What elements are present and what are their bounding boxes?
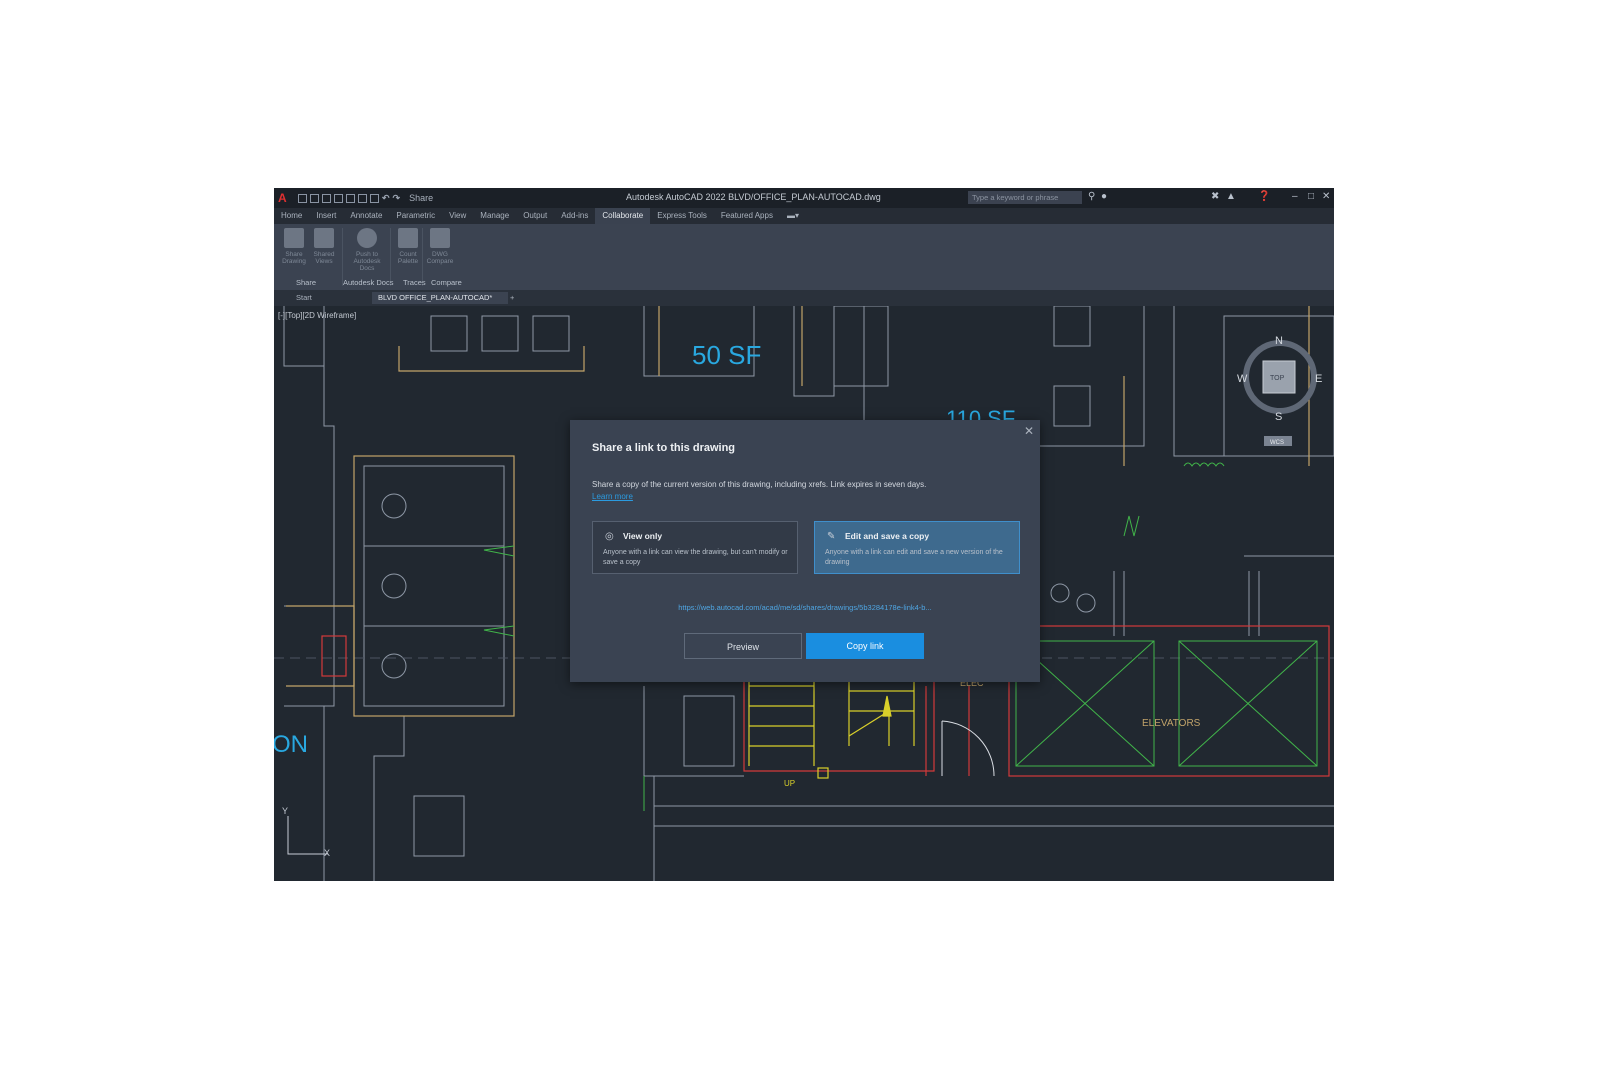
option-description: Anyone with a link can edit and save a n… [825, 549, 1003, 566]
window-title: Autodesk AutoCAD 2022 BLVD/OFFICE_PLAN-A… [626, 192, 881, 202]
count-palette-button[interactable]: Count Palette [394, 228, 422, 274]
group-label-traces: Traces [403, 278, 426, 287]
tab-featured-apps[interactable]: Featured Apps [714, 208, 780, 224]
shared-views-icon [314, 228, 334, 248]
tab-insert[interactable]: Insert [309, 208, 343, 224]
eye-icon: ◎ [605, 531, 614, 542]
tab-express-tools[interactable]: Express Tools [650, 208, 714, 224]
group-label-share: Share [296, 278, 317, 287]
viewport-label[interactable]: [-][Top][2D Wireframe] [278, 311, 356, 320]
viewcube-north[interactable]: N [1275, 335, 1283, 347]
search-input[interactable]: Type a keyword or phrase [968, 191, 1082, 204]
option-title: View only [623, 531, 663, 541]
autodesk-app-icon[interactable]: ▲ [1226, 191, 1236, 202]
preview-button[interactable]: Preview [684, 633, 802, 659]
option-title: Edit and save a copy [845, 531, 930, 541]
shared-views-button[interactable]: Shared Views [310, 228, 338, 274]
open-icon[interactable] [310, 193, 319, 203]
docs-icon [357, 228, 377, 248]
tab-output[interactable]: Output [516, 208, 554, 224]
ribbon-toggle-icon[interactable]: ▬▾ [780, 208, 806, 224]
pencil-icon: ✎ [827, 531, 836, 542]
search-icon[interactable]: ⚲ [1088, 191, 1095, 202]
share-link-dialog: ✕ Share a link to this drawing Share a c… [570, 420, 1040, 682]
close-icon[interactable]: ✕ [1322, 191, 1330, 202]
new-tab-icon[interactable]: + [504, 292, 520, 304]
tab-add-ins[interactable]: Add-ins [554, 208, 595, 224]
copy-link-button[interactable]: Copy link [806, 633, 924, 659]
tab-parametric[interactable]: Parametric [389, 208, 442, 224]
paper-plane-icon [284, 228, 304, 248]
plot-icon[interactable] [370, 193, 379, 203]
share-drawing-button[interactable]: Share Drawing [280, 228, 308, 274]
ribbon-panel: Share Drawing Shared Views Push to Autod… [274, 224, 1334, 290]
minimize-icon[interactable]: – [1292, 191, 1298, 202]
autocad-logo-icon[interactable]: A [278, 191, 292, 205]
undo-icon[interactable]: ↶ [382, 193, 390, 204]
quick-access-toolbar: ↶ ↷ Share [298, 193, 433, 204]
tab-manage[interactable]: Manage [473, 208, 516, 224]
edit-and-save-option[interactable]: ✎ Edit and save a copy Anyone with a lin… [814, 521, 1020, 574]
wcs-label[interactable]: WCS [1270, 440, 1284, 446]
cart-icon[interactable]: ✖ [1211, 191, 1219, 202]
user-icon[interactable]: ● [1101, 191, 1107, 202]
tab-view[interactable]: View [442, 208, 473, 224]
dialog-close-icon[interactable]: ✕ [1024, 424, 1034, 438]
share-button[interactable]: Share [409, 193, 433, 203]
save-as-icon[interactable] [334, 193, 343, 203]
viewcube-top[interactable]: TOP [1270, 375, 1285, 382]
web-icon[interactable] [346, 193, 355, 203]
help-icon[interactable]: ❓ [1258, 191, 1270, 202]
mobile-icon[interactable] [358, 193, 367, 203]
compare-icon [430, 228, 450, 248]
dialog-description: Share a copy of the current version of t… [592, 480, 927, 489]
tab-home[interactable]: Home [274, 208, 309, 224]
redo-icon[interactable]: ↷ [393, 193, 401, 204]
group-label-docs: Autodesk Docs [343, 278, 394, 287]
traces-icon [398, 228, 418, 248]
new-icon[interactable] [298, 193, 307, 203]
learn-more-link[interactable]: Learn more [592, 492, 633, 501]
viewcube-west[interactable]: W [1237, 373, 1248, 385]
tab-collaborate[interactable]: Collaborate [595, 208, 651, 224]
autocad-window: A ↶ ↷ Share Autodesk AutoCAD 2022 BLVD/O… [274, 188, 1334, 881]
ucs-y-label: Y [282, 806, 288, 816]
ribbon-tabs: Home Insert Annotate Parametric View Man… [274, 208, 1334, 224]
room-name-label: ON [274, 731, 308, 758]
viewcube-south[interactable]: S [1275, 411, 1282, 423]
view-only-option[interactable]: ◎ View only Anyone with a link can view … [592, 521, 798, 574]
share-url-link[interactable]: https://web.autocad.com/acad/me/sd/share… [570, 603, 1040, 612]
elevators-label: ELEVATORS [1142, 718, 1201, 729]
tab-drawing[interactable]: BLVD OFFICE_PLAN-AUTOCAD* ✕ [372, 292, 508, 314]
dialog-title: Share a link to this drawing [592, 442, 736, 454]
dwg-compare-button[interactable]: DWG Compare [426, 228, 454, 274]
document-tabs: Start BLVD OFFICE_PLAN-AUTOCAD* ✕ + [274, 290, 1334, 314]
tab-annotate[interactable]: Annotate [343, 208, 389, 224]
room-area-label: 50 SF [692, 340, 761, 370]
tab-start[interactable]: Start [290, 292, 318, 304]
save-icon[interactable] [322, 193, 331, 203]
title-bar: A ↶ ↷ Share Autodesk AutoCAD 2022 BLVD/O… [274, 188, 1334, 208]
viewcube-east[interactable]: E [1315, 373, 1322, 385]
group-label-compare: Compare [431, 278, 462, 287]
push-to-docs-button[interactable]: Push to Autodesk Docs [350, 228, 384, 274]
up-label: UP [784, 779, 795, 788]
ucs-x-label: X [324, 848, 330, 858]
option-description: Anyone with a link can view the drawing,… [603, 549, 788, 566]
maximize-icon[interactable]: □ [1308, 191, 1314, 202]
drawing-tab-label: BLVD OFFICE_PLAN-AUTOCAD* [378, 293, 493, 302]
